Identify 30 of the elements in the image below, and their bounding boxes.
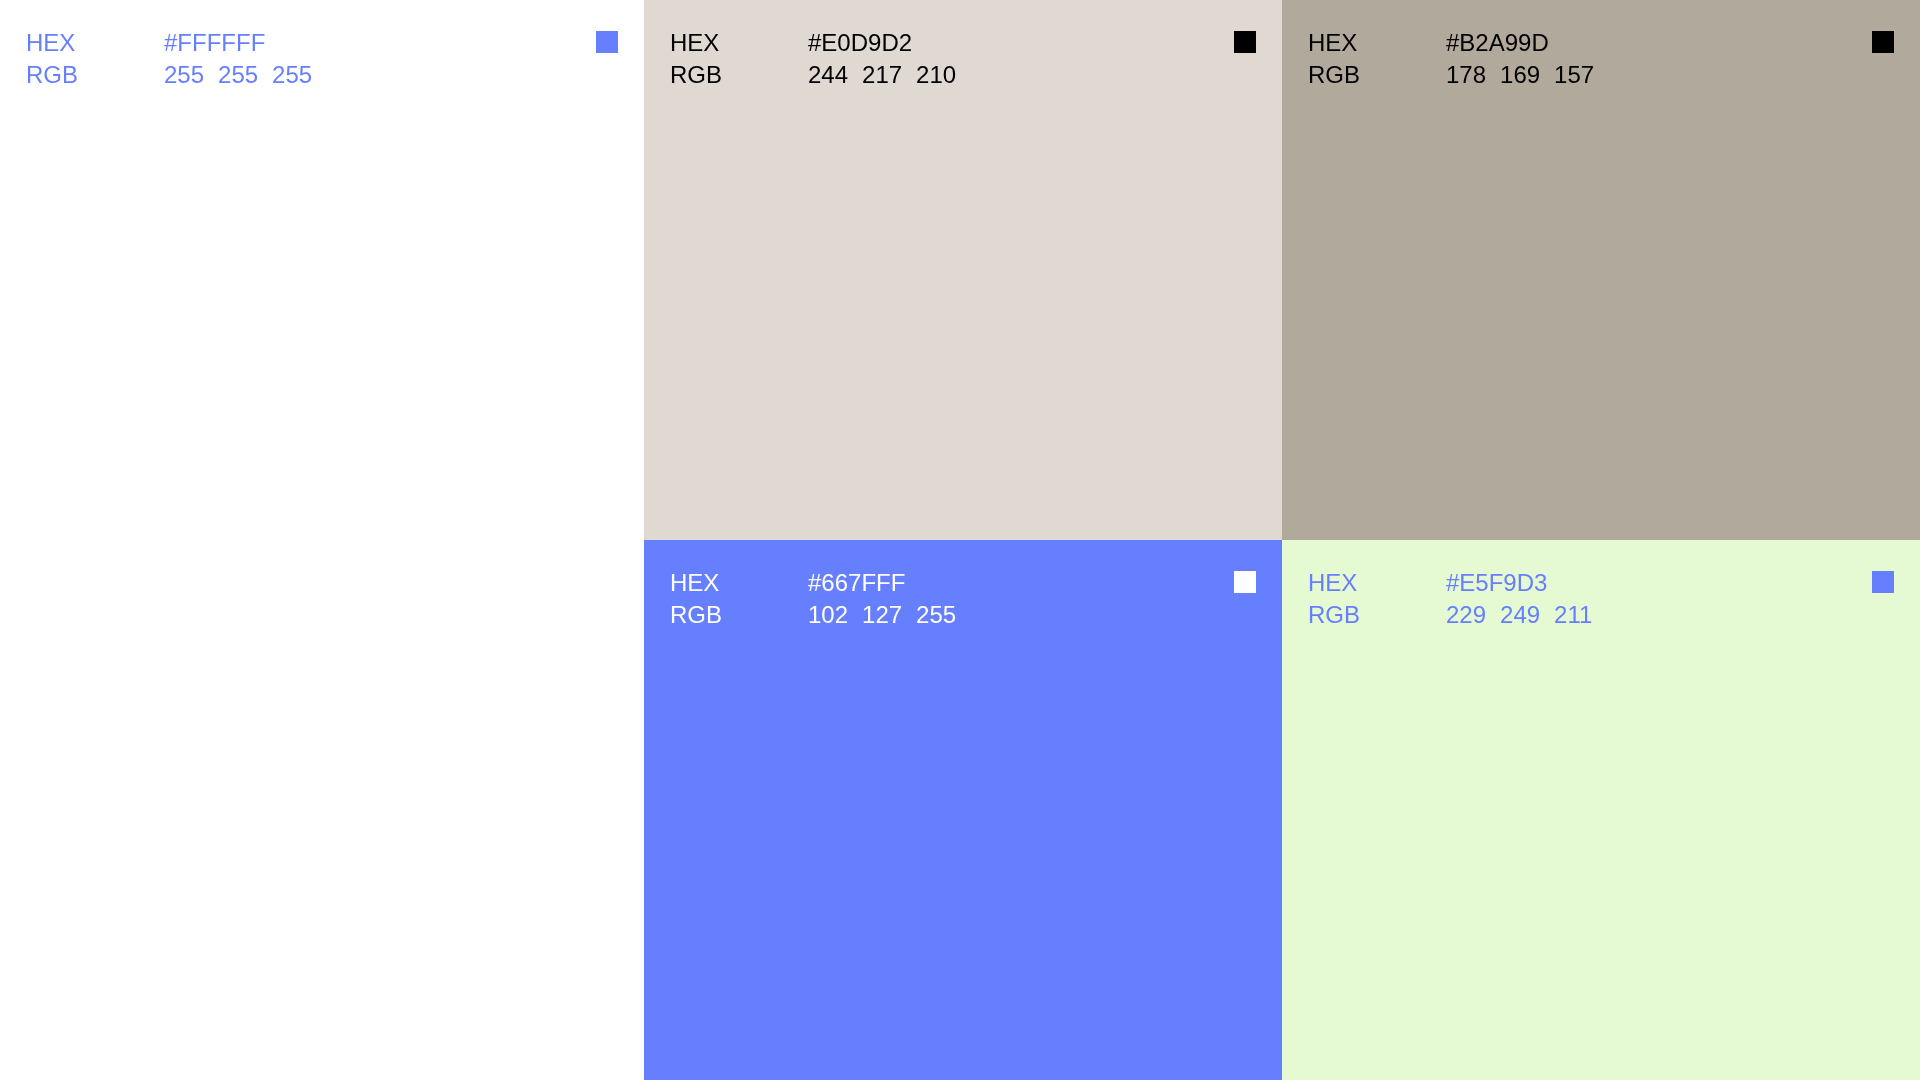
rgb-label: RGB <box>26 62 79 88</box>
rgb-value: 178 <box>1446 62 1487 88</box>
hex-label: HEX <box>1308 30 1359 56</box>
rgb-value: 255 <box>164 62 205 88</box>
hex-label: HEX <box>670 30 721 56</box>
hex-value: #FFFFFF <box>164 30 267 56</box>
rgb-value: 169 <box>1500 62 1541 88</box>
rgb-label: RGB <box>670 62 723 88</box>
rgb-value: 249 <box>1500 602 1541 628</box>
rgb-value: 229 <box>1446 602 1487 628</box>
rgb-value: 244 <box>808 62 849 88</box>
rgb-value: 210 <box>916 62 957 88</box>
hex-label: HEX <box>1308 570 1359 596</box>
hex-value: #667FFF <box>808 570 907 596</box>
rgb-value: 127 <box>862 602 903 628</box>
hex-label: HEX <box>26 30 77 56</box>
rgb-value: 255 <box>218 62 259 88</box>
rgb-label: RGB <box>1308 62 1361 88</box>
rgb-value: 255 <box>916 602 957 628</box>
hex-label: HEX <box>670 570 721 596</box>
rgb-value: 211 <box>1554 602 1593 628</box>
rgb-value: 157 <box>1554 62 1595 88</box>
rgb-value: 217 <box>862 62 903 88</box>
rgb-label: RGB <box>1308 602 1361 628</box>
rgb-value: 255 <box>272 62 313 88</box>
rgb-label: RGB <box>670 602 723 628</box>
rgb-value: 102 <box>808 602 849 628</box>
hex-value: #E5F9D3 <box>1446 570 1549 596</box>
hex-value: #E0D9D2 <box>808 30 914 56</box>
hex-value: #B2A99D <box>1446 30 1550 56</box>
